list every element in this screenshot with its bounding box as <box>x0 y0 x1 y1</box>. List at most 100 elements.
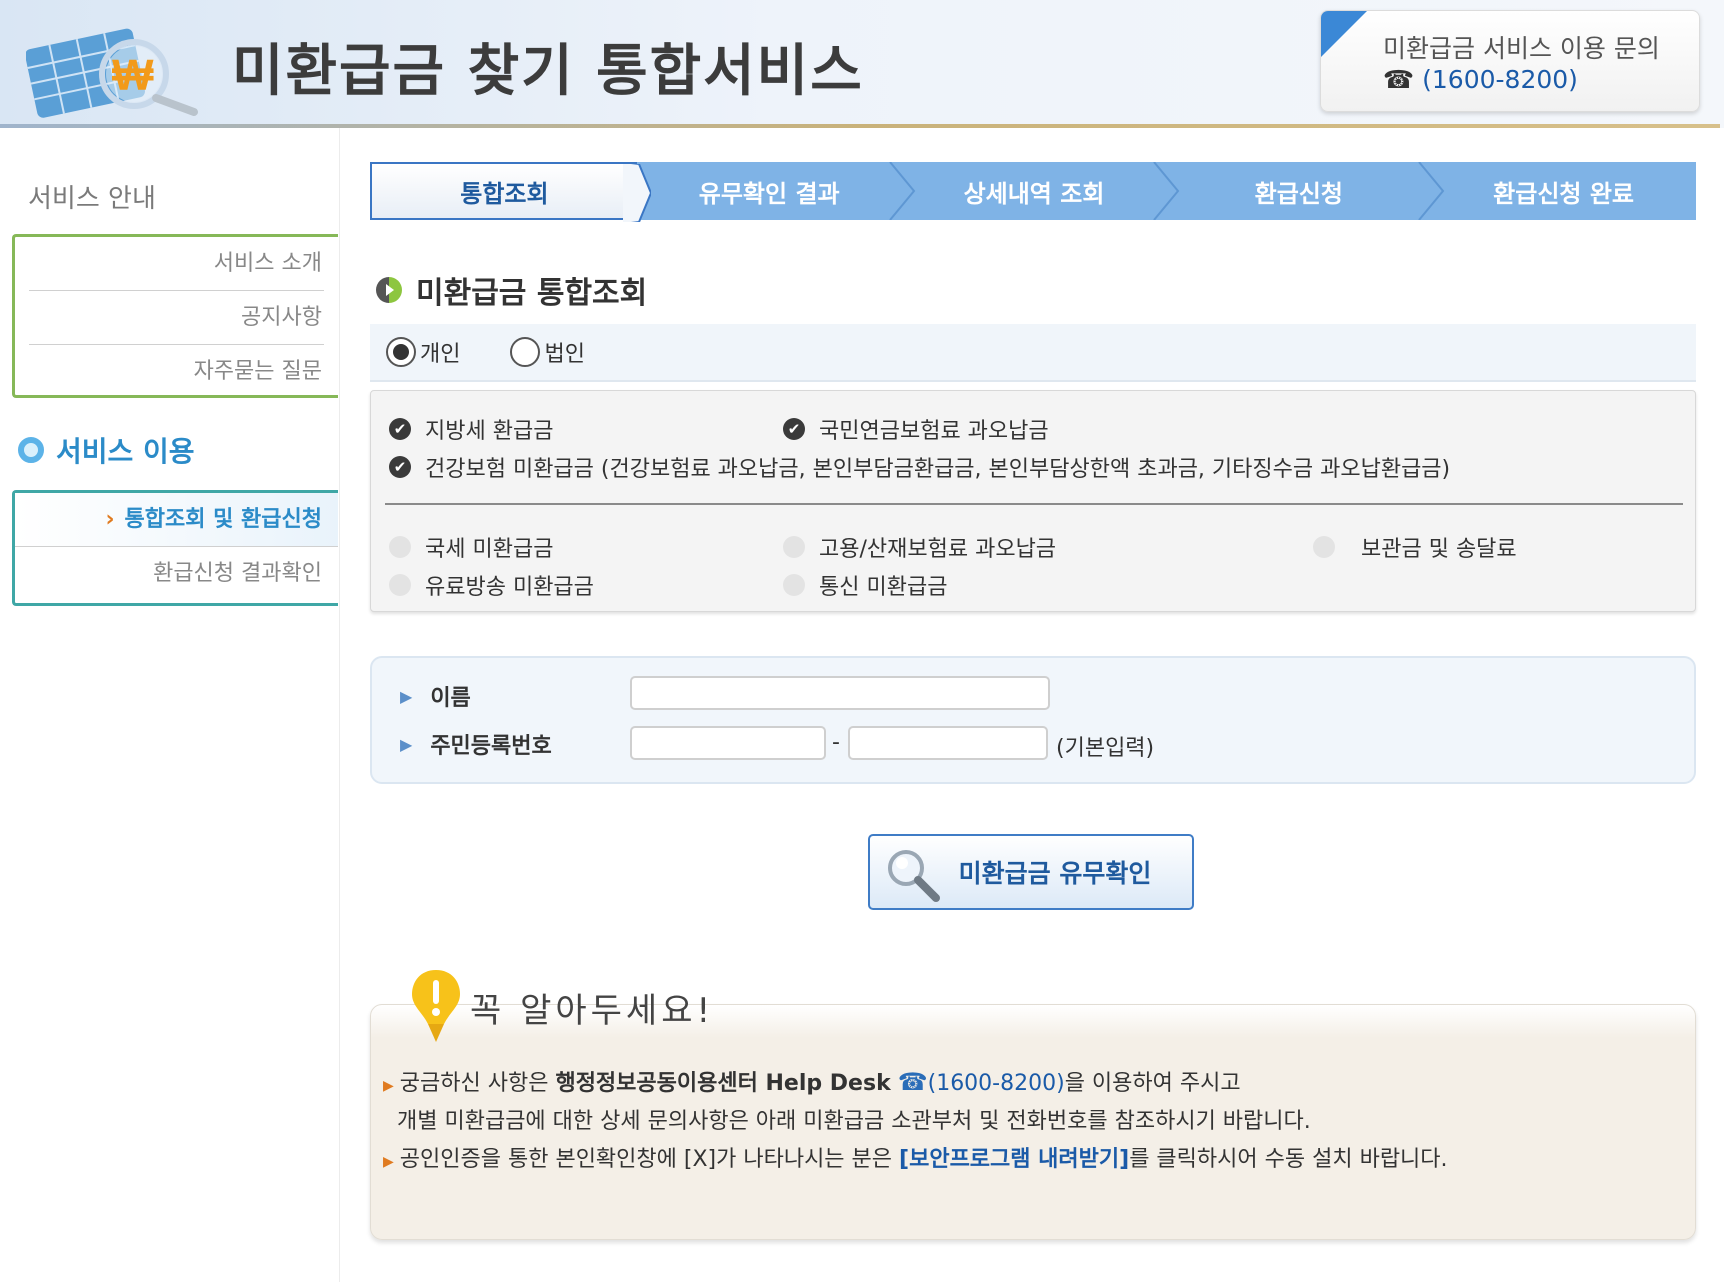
radio-selected-icon <box>386 337 416 367</box>
sidebar-item-inquiry-refund[interactable]: › 통합조회 및 환급신청 <box>15 493 338 547</box>
step-integrated-inquiry: 통합조회 <box>370 162 651 222</box>
notice-title-text: 꼭 알아두세요! <box>470 991 715 1031</box>
step-detail-inquiry: 상세내역 조회 <box>901 162 1180 220</box>
notice-title: 꼭 알아두세요! <box>406 966 714 1046</box>
check-local-tax[interactable]: ✔ 지방세 환급금 <box>389 413 553 445</box>
inquiry-box: 미환급금 서비스 이용 문의 ☎ (1600-8200) <box>1320 10 1700 112</box>
check-label: 건강보험 미환급금 (건강보험료 과오납금, 본인부담금환급금, 본인부담상한액… <box>425 457 1451 482</box>
radio-label: 개인 <box>420 342 461 367</box>
check-national-tax[interactable]: 국세 미환급금 <box>389 531 553 563</box>
step-label: 유무확인 결과 <box>698 179 840 208</box>
chevron-right-icon: › <box>105 507 115 532</box>
unchecked-icon <box>389 574 411 596</box>
check-refund-button[interactable]: 미환급금 유무확인 <box>868 834 1194 910</box>
step-refund-complete: 환급신청 완료 <box>1431 162 1696 220</box>
notice-helpdesk-name: 행정정보공동이용센터 Help Desk <box>555 1071 891 1096</box>
check-label: 국민연금보험료 과오납금 <box>819 419 1049 444</box>
radio-corporation[interactable]: 법인 <box>510 336 585 368</box>
telephone-icon: ☎ <box>897 1068 928 1096</box>
sidebar-guide-menu: 서비스 소개 공지사항 자주묻는 질문 <box>12 234 338 398</box>
sidebar-item-faq[interactable]: 자주묻는 질문 <box>29 345 324 399</box>
svg-text:₩: ₩ <box>112 51 154 100</box>
sidebar-heading-service-guide: 서비스 안내 <box>28 184 156 214</box>
name-label-text: 이름 <box>430 686 471 711</box>
step-arrow-icon <box>1153 162 1180 220</box>
inquiry-corner-decoration <box>1321 11 1367 57</box>
section-title-text: 미환급금 통합조회 <box>416 276 648 311</box>
rrn-back-input[interactable] <box>848 726 1048 760</box>
step-label: 환급신청 <box>1254 179 1343 208</box>
notice-line-1: ▶ 궁금하신 사항은 행정정보공동이용센터 Help Desk ☎(1600-82… <box>383 1065 1241 1097</box>
rrn-dash: - <box>832 730 840 755</box>
step-label: 통합조회 <box>460 179 549 208</box>
rrn-label: ▶ 주민등록번호 <box>400 728 552 760</box>
rrn-front-input[interactable] <box>630 726 826 760</box>
check-paid-broadcast[interactable]: 유료방송 미환급금 <box>389 569 594 601</box>
step-arrow-icon <box>888 162 915 220</box>
sidebar-use-menu: › 통합조회 및 환급신청 환급신청 결과확인 <box>12 490 338 606</box>
check-label: 국세 미환급금 <box>425 537 554 562</box>
notice-line3-suffix: 를 클릭하시어 수동 설치 바랍니다. <box>1129 1147 1448 1172</box>
unchecked-icon <box>783 574 805 596</box>
sidebar: 서비스 안내 서비스 소개 공지사항 자주묻는 질문 서비스 이용 › 통합조회 … <box>0 128 340 1282</box>
check-telecom[interactable]: 통신 미환급금 <box>783 569 947 601</box>
section-title: 미환급금 통합조회 <box>374 268 647 312</box>
radio-unselected-icon <box>510 337 541 367</box>
step-label: 환급신청 완료 <box>1493 179 1634 208</box>
notice-line1-prefix: 궁금하신 사항은 <box>399 1071 556 1096</box>
triangle-bullet-icon: ▶ <box>400 686 413 706</box>
sidebar-item-notices[interactable]: 공지사항 <box>29 291 324 345</box>
check-national-pension[interactable]: ✔ 국민연금보험료 과오납금 <box>783 413 1049 445</box>
triangle-bullet-icon: ▶ <box>383 1078 394 1094</box>
check-deposit-fees[interactable]: 보관금 및 송달료 <box>1313 531 1517 563</box>
check-icon: ✔ <box>783 418 805 440</box>
step-label: 상세내역 조회 <box>963 179 1105 208</box>
check-refund-button-label: 미환급금 유무확인 <box>958 859 1152 888</box>
check-health-insurance[interactable]: ✔ 건강보험 미환급금 (건강보험료 과오납금, 본인부담금환급금, 본인부담상… <box>389 451 1450 483</box>
check-label: 지방세 환급금 <box>425 419 554 444</box>
notice-line1-suffix: 을 이용하여 주시고 <box>1064 1071 1241 1096</box>
check-icon: ✔ <box>389 418 411 440</box>
inquiry-phone-number: (1600-8200) <box>1422 65 1578 94</box>
sidebar-item-refund-result[interactable]: 환급신청 결과확인 <box>29 547 324 601</box>
unchecked-icon <box>389 536 411 558</box>
step-refund-request: 환급신청 <box>1166 162 1445 220</box>
notice-helpdesk-phone: (1600-8200) <box>927 1071 1065 1096</box>
unchecked-icon <box>1313 536 1335 558</box>
progress-steps: 통합조회 유무확인 결과 상세내역 조회 환급신청 환급신청 완료 <box>370 162 1696 222</box>
identity-form: ▶ 이름 ▶ 주민등록번호 - (기본입력) <box>370 656 1696 784</box>
check-icon: ✔ <box>389 456 411 478</box>
lightbulb-icon <box>412 970 460 1042</box>
refund-type-checklist: ✔ 지방세 환급금 ✔ 국민연금보험료 과오납금 ✔ 건강보험 미환급금 (건강… <box>370 390 1696 612</box>
section-bullet-icon <box>376 277 402 303</box>
inquiry-phone: ☎ (1600-8200) <box>1383 65 1578 94</box>
inquiry-title: 미환급금 서비스 이용 문의 <box>1383 34 1660 63</box>
name-input[interactable] <box>630 676 1050 710</box>
check-label: 통신 미환급금 <box>819 575 948 600</box>
radio-individual[interactable]: 개인 <box>386 336 460 368</box>
step-arrow-icon <box>622 164 651 222</box>
unchecked-icon <box>783 536 805 558</box>
security-program-download-link[interactable]: [보안프로그램 내려받기] <box>899 1147 1129 1172</box>
step-existence-result: 유무확인 결과 <box>636 162 915 220</box>
site-title: 미환급금 찾기 통합서비스 <box>232 39 864 104</box>
sidebar-heading-service-use: 서비스 이용 <box>18 430 195 470</box>
radio-label: 법인 <box>544 342 585 367</box>
rrn-label-text: 주민등록번호 <box>430 734 552 759</box>
check-employment-insurance[interactable]: 고용/산재보험료 과오납금 <box>783 531 1056 563</box>
person-type-selector: 개인 법인 <box>370 324 1696 382</box>
check-label: 고용/산재보험료 과오납금 <box>819 537 1057 562</box>
sidebar-item-label: 통합조회 및 환급신청 <box>124 507 322 532</box>
circle-bullet-icon <box>18 437 44 463</box>
sidebar-item-service-intro[interactable]: 서비스 소개 <box>29 237 324 291</box>
name-label: ▶ 이름 <box>400 680 471 712</box>
notice-line-3: ▶ 공인인증을 통한 본인확인창에 [X]가 나타나시는 분은 [보안프로그램 내… <box>383 1141 1448 1173</box>
site-header: ₩ 미환급금 찾기 통합서비스 미환급금 서비스 이용 문의 ☎ (1600-82… <box>0 0 1724 128</box>
check-label: 보관금 및 송달료 <box>1361 537 1517 562</box>
triangle-bullet-icon: ▶ <box>383 1154 394 1170</box>
step-arrow-icon <box>1418 162 1445 220</box>
notice-line3-prefix: 공인인증을 통한 본인확인창에 [X]가 나타나시는 분은 <box>399 1147 900 1172</box>
triangle-bullet-icon: ▶ <box>400 734 413 754</box>
notice-line-2: 개별 미환급금에 대한 상세 문의사항은 아래 미환급금 소관부처 및 전화번호… <box>397 1109 1311 1134</box>
phone-icon: ☎ <box>1383 65 1415 94</box>
